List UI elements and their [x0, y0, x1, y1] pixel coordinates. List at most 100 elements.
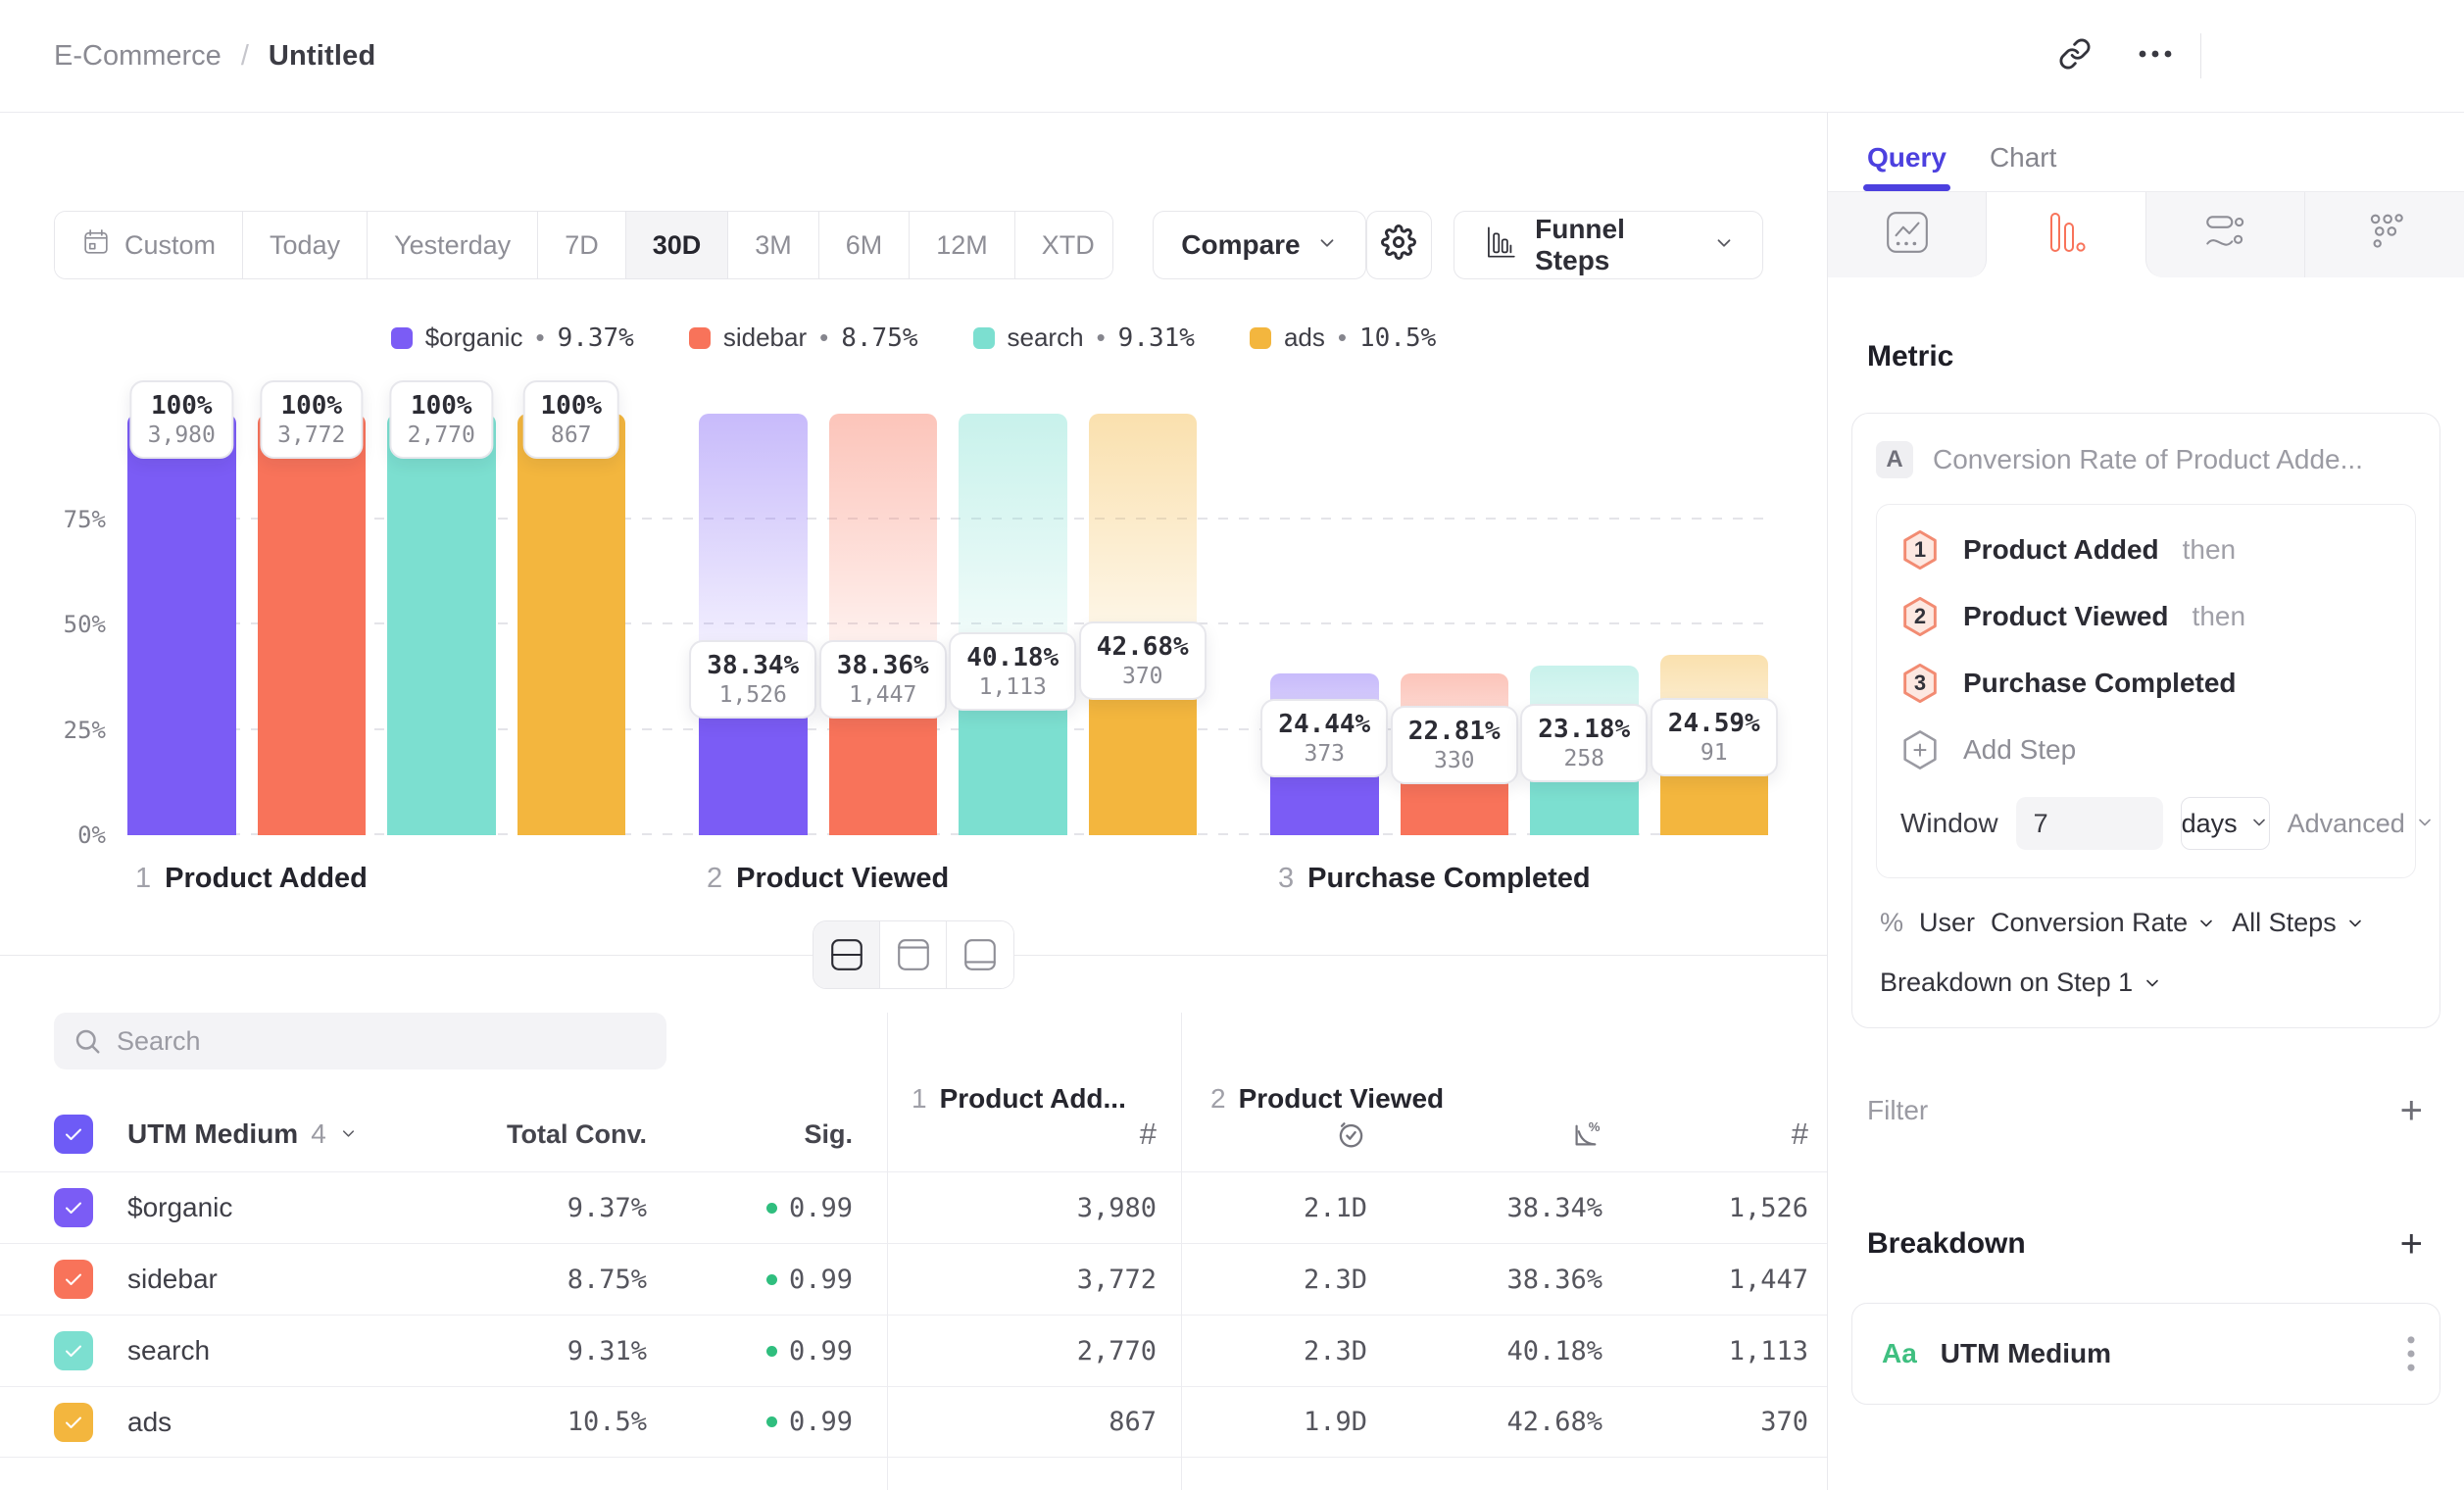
more-actions-button[interactable]: [2128, 28, 2183, 83]
chevron-down-icon: [2415, 809, 2435, 839]
total-conv-header[interactable]: Total Conv.: [461, 1119, 647, 1150]
avg-time-icon[interactable]: [1181, 1118, 1367, 1151]
avg-time-value: 2.3D: [1181, 1265, 1367, 1295]
add-breakdown-button[interactable]: +: [2400, 1224, 2423, 1264]
view-top-pane-button[interactable]: [880, 921, 947, 988]
step1-count-value: 2,770: [887, 1336, 1157, 1366]
svg-text:%: %: [1589, 1119, 1601, 1134]
funnel-bar-ads-step2[interactable]: 42.68%370: [1089, 414, 1198, 835]
top-header: E-Commerce / Untitled Save: [0, 0, 2464, 113]
measure-metric-dropdown[interactable]: Conversion Rate: [1991, 908, 2216, 938]
funnel-bar-search-step1[interactable]: 100%2,770: [387, 414, 496, 835]
date-range-30d[interactable]: 30D: [626, 212, 729, 278]
table-row-ads[interactable]: ads10.5%0.998671.9D42.68%370: [0, 1386, 1827, 1458]
sig-value: 0.99: [647, 1265, 853, 1295]
date-range-6m[interactable]: 6M: [819, 212, 911, 278]
legend-item-sidebar[interactable]: sidebar•8.75%: [689, 323, 918, 353]
metric-name-row[interactable]: A Conversion Rate of Product Adde...: [1876, 441, 2416, 478]
view-split-button[interactable]: [813, 921, 880, 988]
measure-entity[interactable]: User: [1919, 908, 1975, 938]
row-checkbox[interactable]: [54, 1331, 93, 1370]
funnel-bar-sidebar-step1[interactable]: 100%3,772: [258, 414, 367, 835]
funnel-bar-ads-step1[interactable]: 100%867: [517, 414, 626, 835]
sig-header[interactable]: Sig.: [647, 1119, 853, 1150]
add-step-button[interactable]: + Add Step: [1900, 717, 2391, 783]
table-row-search[interactable]: search9.31%0.992,7702.3D40.18%1,113: [0, 1315, 1827, 1386]
chevron-down-icon: [1109, 230, 1113, 261]
table-row-sidebar[interactable]: sidebar8.75%0.993,7722.3D38.36%1,447: [0, 1243, 1827, 1315]
tab-chart[interactable]: Chart: [1990, 142, 2056, 191]
date-range-12m[interactable]: 12M: [910, 212, 1015, 278]
count-sort-icon[interactable]: #: [887, 1117, 1157, 1152]
funnel-bar-search-step3[interactable]: 23.18%258: [1530, 414, 1639, 835]
query-step-3[interactable]: 3Purchase Completed: [1900, 650, 2391, 717]
legend-swatch: [1250, 327, 1271, 349]
funnel-bar-organic-step3[interactable]: 24.44%373: [1270, 414, 1379, 835]
kebab-menu-icon[interactable]: [2406, 1334, 2416, 1373]
view-bottom-pane-button[interactable]: [947, 921, 1013, 988]
date-range-7d[interactable]: 7D: [538, 212, 626, 278]
date-range-custom[interactable]: Custom: [55, 212, 243, 278]
ellipsis-icon: [2136, 47, 2175, 65]
page-title[interactable]: Untitled: [269, 40, 376, 73]
legend-swatch: [689, 327, 711, 349]
conv-rate-value: 42.68%: [1367, 1407, 1602, 1437]
add-filter-button[interactable]: +: [2400, 1091, 2423, 1130]
count-sort-icon[interactable]: #: [1602, 1117, 1808, 1152]
window-unit-select[interactable]: days: [2181, 797, 2270, 850]
date-range-today[interactable]: Today: [243, 212, 368, 278]
funnel-bar-search-step2[interactable]: 40.18%1,113: [959, 414, 1067, 835]
chart-legend: $organic•9.37% sidebar•8.75% search•9.31% a…: [0, 323, 1827, 353]
group-column-header[interactable]: UTM Medium 4: [113, 1118, 461, 1150]
chevron-down-icon: [339, 1118, 358, 1150]
breakdown-item[interactable]: Aa UTM Medium: [1851, 1303, 2440, 1405]
chart-settings-button[interactable]: [1366, 211, 1432, 279]
query-step-2[interactable]: 2Product Viewedthen: [1900, 583, 2391, 650]
compare-button[interactable]: Compare: [1153, 211, 1365, 279]
legend-item-organic[interactable]: $organic•9.37%: [391, 323, 634, 353]
filter-label: Filter: [1867, 1095, 1928, 1126]
save-button[interactable]: Save: [2229, 25, 2415, 86]
breadcrumb-parent[interactable]: E-Commerce: [54, 40, 222, 73]
date-range-yesterday[interactable]: Yesterday: [368, 212, 538, 278]
advanced-toggle[interactable]: Advanced: [2288, 809, 2435, 839]
row-checkbox[interactable]: [54, 1403, 93, 1442]
date-range-control: CustomTodayYesterday7D30D3M6M12MXTD: [54, 211, 1113, 279]
tab-query[interactable]: Query: [1867, 142, 1947, 191]
search-input[interactable]: [54, 1013, 666, 1069]
tab-scatter-chart[interactable]: [2305, 192, 2464, 277]
funnel-bar-sidebar-step2[interactable]: 38.36%1,447: [829, 414, 938, 835]
funnel-bar-ads-step3[interactable]: 24.59%91: [1660, 414, 1769, 835]
tab-line-chart[interactable]: [1828, 192, 1987, 277]
tab-funnel-chart[interactable]: [1987, 192, 2145, 277]
chart-type-selector[interactable]: Funnel Steps: [1454, 211, 1763, 279]
legend-item-ads[interactable]: ads•10.5%: [1250, 323, 1436, 353]
y-tick-25%: 25%: [64, 717, 106, 744]
date-range-3m[interactable]: 3M: [728, 212, 819, 278]
avg-time-value: 2.3D: [1181, 1336, 1367, 1366]
row-checkbox[interactable]: [54, 1260, 93, 1299]
breakdown-on-step-dropdown[interactable]: Breakdown on Step 1: [1876, 968, 2416, 998]
funnel-step-group-3: 24.44%37322.81%33023.18%25824.59%913Purc…: [1270, 414, 1768, 895]
funnel-bar-organic-step1[interactable]: 100%3,980: [127, 414, 236, 835]
window-value-input[interactable]: [2016, 797, 2163, 850]
funnel-bar-sidebar-step3[interactable]: 22.81%330: [1401, 414, 1509, 835]
funnel-bar-organic-step2[interactable]: 38.34%1,526: [699, 414, 808, 835]
legend-item-search[interactable]: search•9.31%: [973, 323, 1195, 353]
tab-flow-chart[interactable]: [2145, 192, 2305, 277]
y-axis-ticks: 0%25%50%75%: [0, 414, 106, 835]
measure-scope-dropdown[interactable]: All Steps: [2232, 908, 2365, 938]
select-all-checkbox[interactable]: [54, 1115, 93, 1154]
breadcrumb-separator: /: [241, 40, 249, 73]
layout-switcher: [813, 920, 1014, 989]
query-panel: Query Chart: [1827, 113, 2464, 1490]
share-link-button[interactable]: [2047, 28, 2102, 83]
add-step-hexagon-icon: +: [1900, 729, 1940, 770]
total-conv-value: 8.75%: [461, 1265, 647, 1295]
query-step-1[interactable]: 1Product Addedthen: [1900, 517, 2391, 583]
chevron-down-icon: [1316, 229, 1338, 261]
date-range-xtd[interactable]: XTD: [1015, 212, 1113, 278]
row-checkbox[interactable]: [54, 1188, 93, 1227]
conversion-rate-icon[interactable]: %: [1367, 1118, 1602, 1151]
table-row-organic[interactable]: $organic9.37%0.993,9802.1D38.34%1,526: [0, 1171, 1827, 1243]
